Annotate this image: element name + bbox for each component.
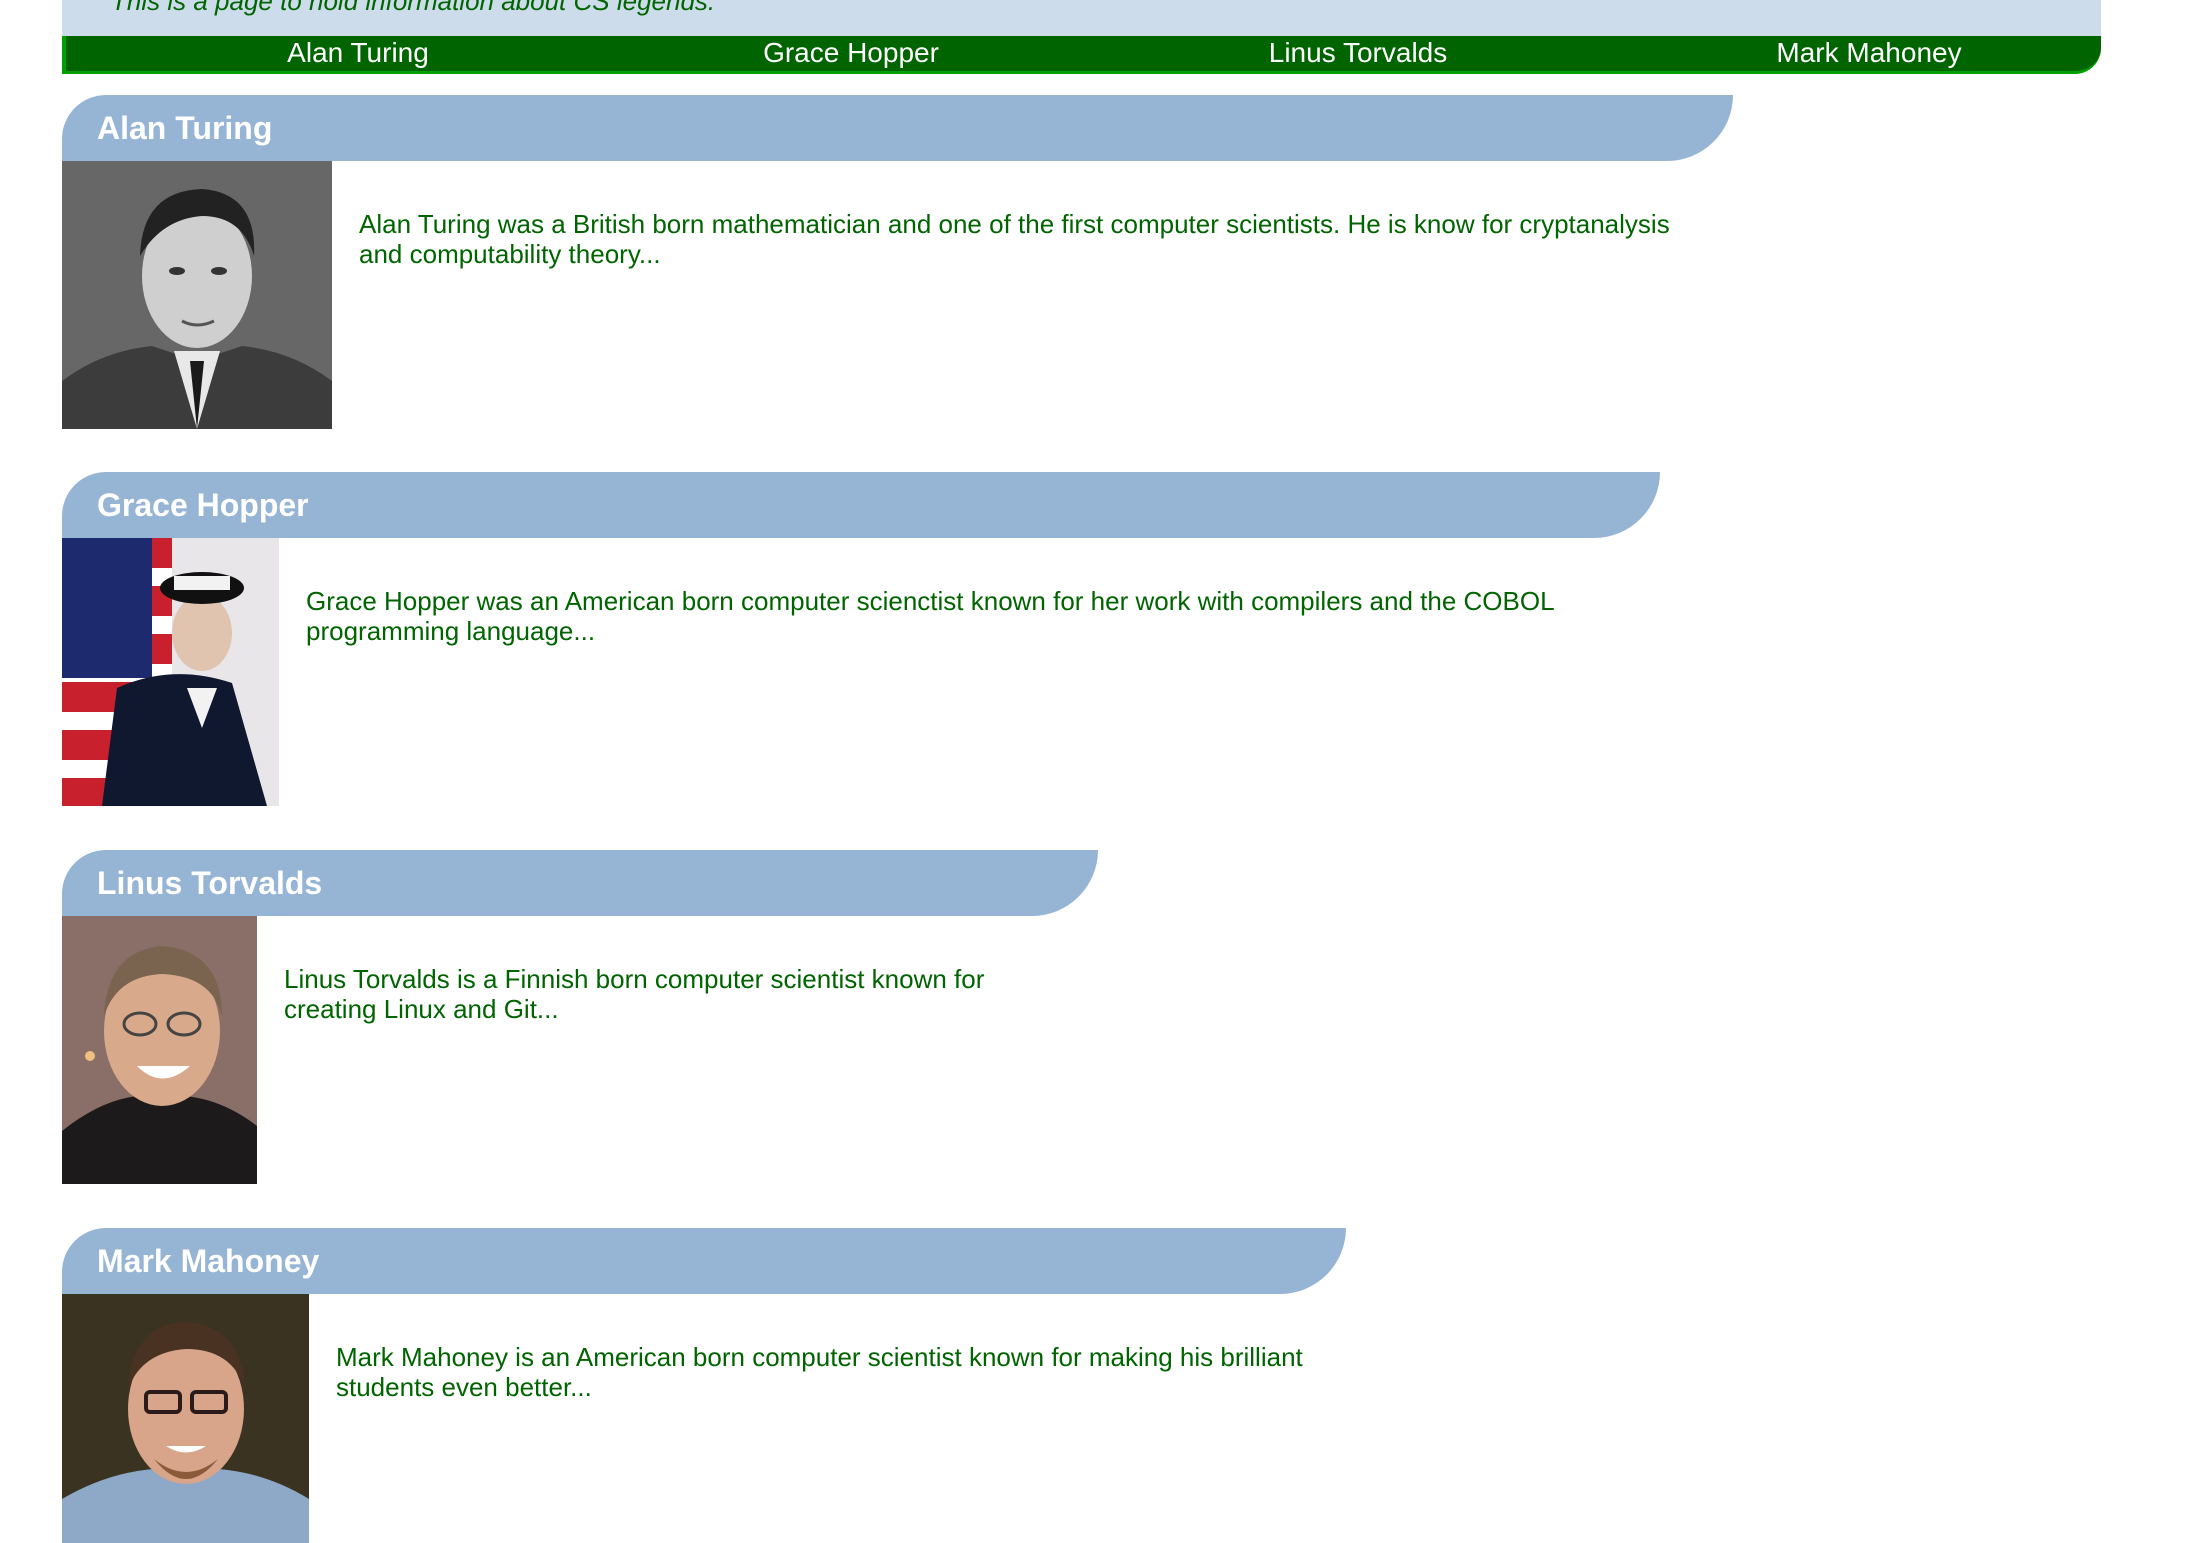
legend-name: Grace Hopper xyxy=(97,487,309,523)
nav-link-linus-torvalds[interactable]: Linus Torvalds xyxy=(1269,36,1447,70)
portrait-photo xyxy=(62,538,279,806)
legend-bio: Mark Mahoney is an American born compute… xyxy=(336,1342,1303,1402)
portrait-photo xyxy=(62,161,332,429)
page-header: This is a page to hold information about… xyxy=(62,0,2101,36)
portrait-photo xyxy=(62,916,257,1184)
legend-bio: Alan Turing was a British born mathemati… xyxy=(359,209,1670,269)
legend-header: Alan Turing xyxy=(62,95,1733,161)
legend-header: Mark Mahoney xyxy=(62,1228,1346,1294)
nav-link-alan-turing[interactable]: Alan Turing xyxy=(287,36,429,70)
page-tagline: This is a page to hold information about… xyxy=(111,0,716,16)
legend-bio: Grace Hopper was an American born comput… xyxy=(306,586,1554,646)
nav-link-mark-mahoney[interactable]: Mark Mahoney xyxy=(1776,36,1961,70)
nav-bar: Alan Turing Grace Hopper Linus Torvalds … xyxy=(62,36,2101,74)
portrait-photo xyxy=(62,1294,309,1543)
legend-name: Linus Torvalds xyxy=(97,865,323,901)
legend-header: Grace Hopper xyxy=(62,472,1660,538)
legend-header: Linus Torvalds xyxy=(62,850,1098,916)
legend-name: Alan Turing xyxy=(97,110,273,146)
legend-name: Mark Mahoney xyxy=(97,1243,320,1279)
nav-link-grace-hopper[interactable]: Grace Hopper xyxy=(763,36,939,70)
legend-bio: Linus Torvalds is a Finnish born compute… xyxy=(284,964,985,1024)
